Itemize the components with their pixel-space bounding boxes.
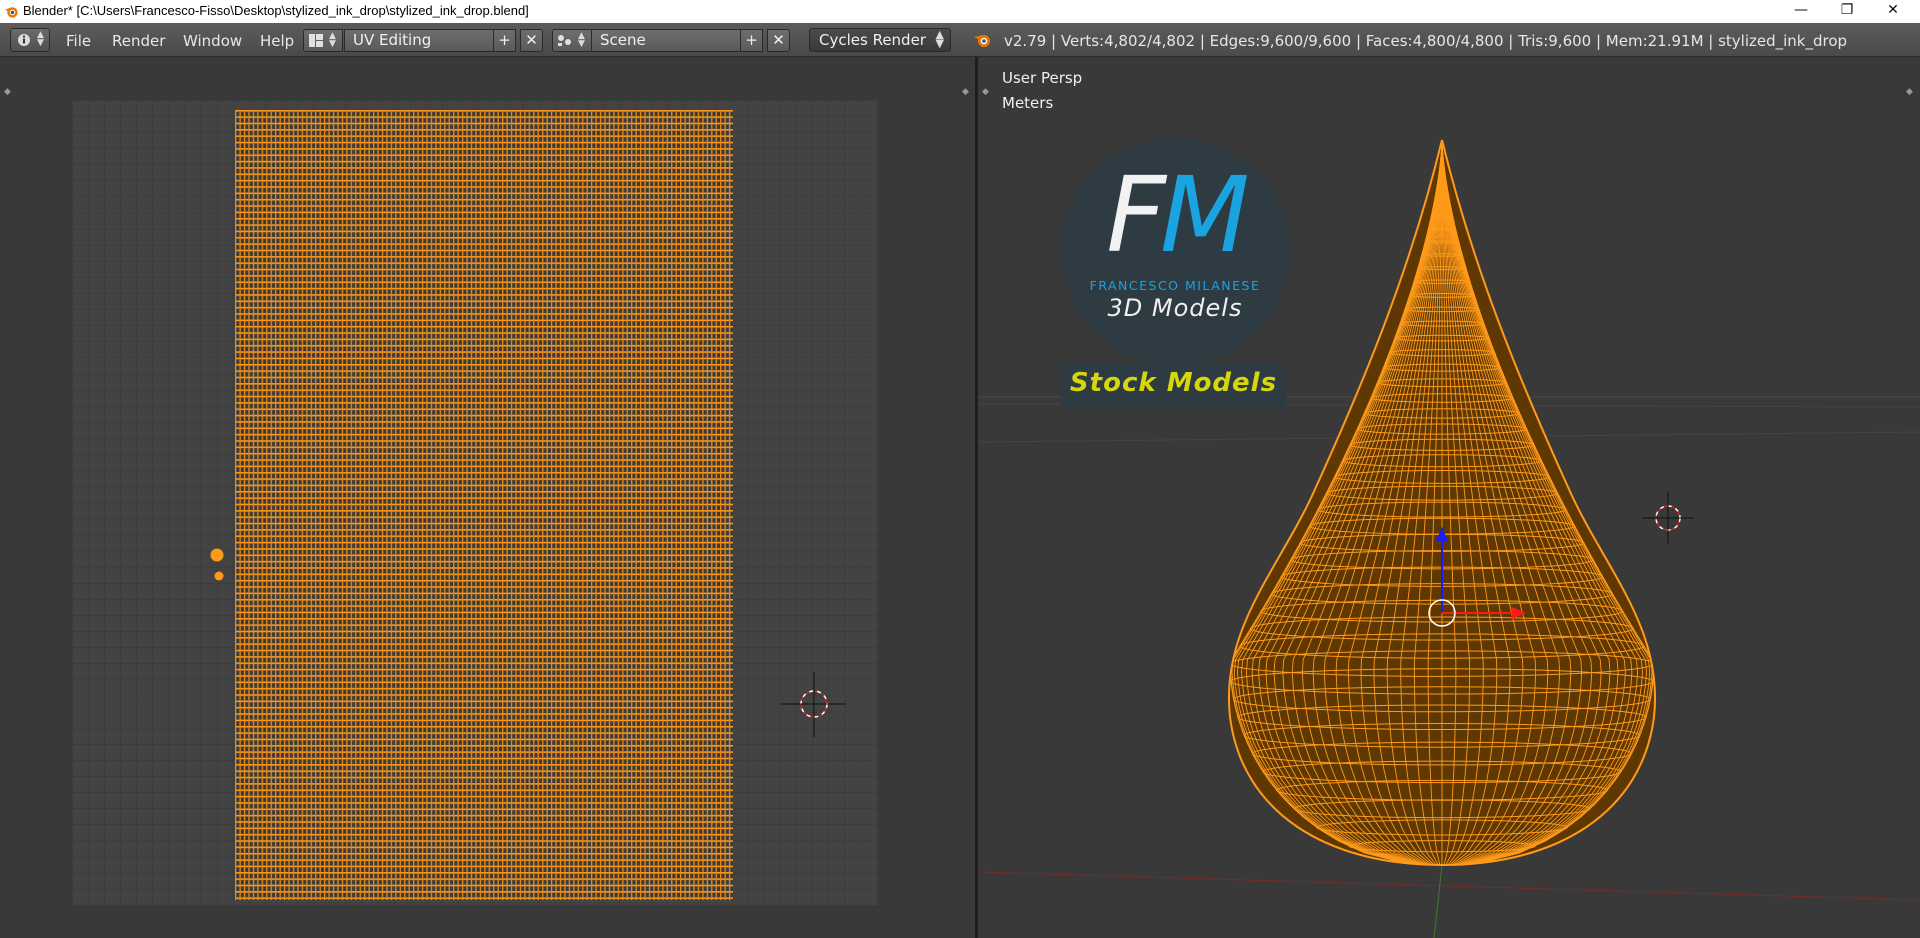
close-button[interactable]: ✕: [1870, 0, 1916, 23]
logo-monogram: FM: [1106, 154, 1250, 276]
screen-layout-field[interactable]: UV Editing: [344, 29, 494, 52]
uv-canvas[interactable]: [0, 57, 975, 938]
close-icon: ✕: [772, 31, 785, 49]
screen-layout-name: UV Editing: [353, 31, 432, 49]
info-editor-icon: [18, 34, 30, 46]
chevron-updown-icon: ▲ ▼: [935, 28, 944, 50]
minimize-button[interactable]: —: [1778, 0, 1824, 23]
chevron-updown-icon: ▲ ▼: [329, 31, 336, 49]
logo-subtitle: 3D Models: [1107, 294, 1243, 322]
remove-screen-button[interactable]: ✕: [520, 29, 543, 52]
remove-scene-button[interactable]: ✕: [767, 29, 790, 52]
menu-render[interactable]: Render: [112, 32, 165, 50]
blender-icon: [4, 7, 18, 18]
scene-statistics: v2.79 | Verts:4,802/4,802 | Edges:9,600/…: [1004, 32, 1848, 50]
plus-icon: +: [498, 31, 511, 49]
render-engine-value: Cycles Render: [819, 31, 926, 49]
scene-icon: [558, 35, 571, 46]
render-engine-select[interactable]: Cycles Render ▲ ▼: [809, 28, 951, 52]
scene-browse[interactable]: ▲ ▼: [552, 29, 592, 52]
blender-logo-icon: [974, 35, 990, 47]
editor-type-selector[interactable]: ▲ ▼: [10, 28, 50, 52]
chevron-updown-icon: ▲ ▼: [578, 31, 585, 49]
uv-image-editor[interactable]: ◆ ◆: [0, 57, 975, 938]
logo-author-name: FRANCESCO MILANESE: [1089, 278, 1261, 293]
uv-island[interactable]: [235, 110, 733, 900]
scene-name: Scene: [600, 31, 646, 49]
view-type-label: User Persp: [1002, 69, 1083, 87]
screen-layout-browse[interactable]: ▲ ▼: [303, 29, 343, 52]
close-icon: ✕: [525, 31, 538, 49]
uv-vertex[interactable]: [210, 548, 224, 562]
maximize-button[interactable]: ❐: [1824, 0, 1870, 23]
uv-vertex[interactable]: [214, 571, 224, 581]
menu-file[interactable]: File: [66, 32, 91, 50]
x-axis-line: [978, 871, 1920, 901]
window-title: Blender* [C:\Users\Francesco-Fisso\Deskt…: [23, 3, 529, 18]
3d-viewport[interactable]: ◆ ◆ User Persp Meters FM FRANCESCO MILAN…: [978, 57, 1920, 938]
cursor-3d-icon[interactable]: [1642, 492, 1694, 544]
watermark-logo: FM FRANCESCO MILANESE 3D Models: [1061, 138, 1289, 366]
menu-help[interactable]: Help: [260, 32, 294, 50]
scene-field[interactable]: Scene: [591, 29, 741, 52]
window-titlebar: Blender* [C:\Users\Francesco-Fisso\Deskt…: [0, 0, 1920, 23]
menu-window[interactable]: Window: [183, 32, 242, 50]
add-scene-button[interactable]: +: [740, 29, 763, 52]
add-screen-button[interactable]: +: [493, 29, 516, 52]
screen-layout-icon: [309, 34, 323, 47]
units-label: Meters: [1002, 94, 1054, 112]
y-axis-line: [1433, 864, 1443, 938]
stock-models-badge: Stock Models: [1061, 363, 1286, 407]
chevron-updown-icon: ▲ ▼: [37, 30, 44, 48]
ink-drop-mesh[interactable]: [1227, 139, 1657, 866]
plus-icon: +: [745, 31, 758, 49]
info-header: ▲ ▼ File Render Window Help ▲ ▼ UV Editing…: [0, 23, 1920, 57]
